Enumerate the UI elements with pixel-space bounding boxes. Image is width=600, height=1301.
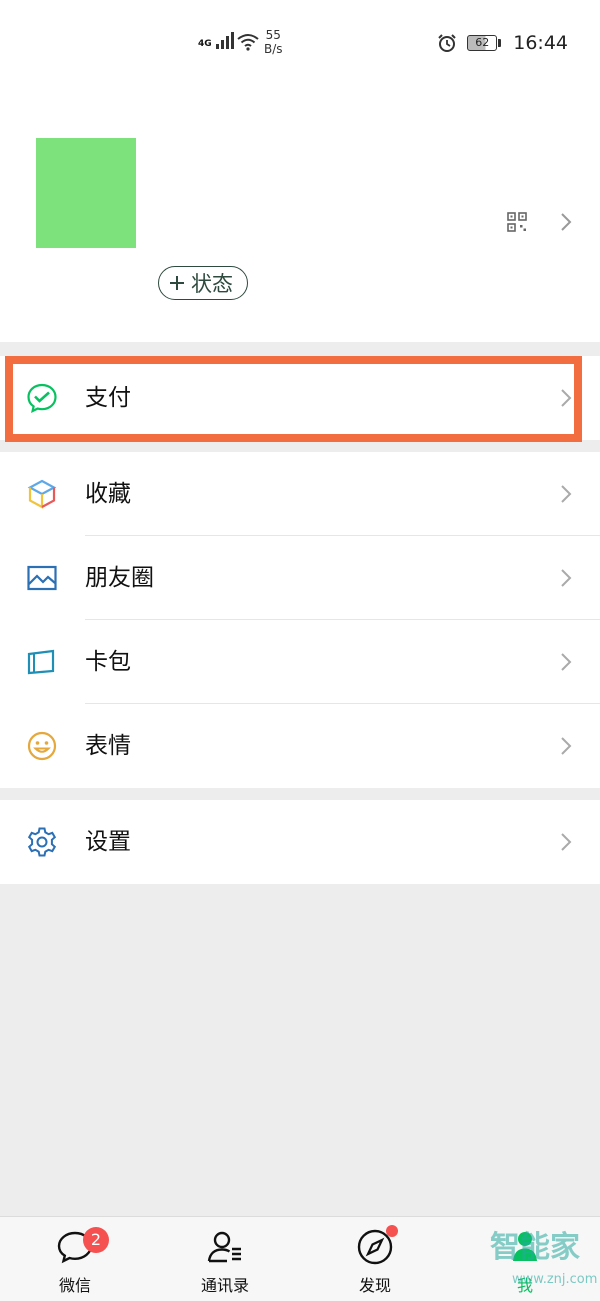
add-status-button[interactable]: 状态: [158, 266, 248, 300]
tab-contacts[interactable]: 通讯录: [175, 1217, 275, 1301]
chevron-right-icon: [561, 485, 572, 503]
wallet-icon: [27, 649, 55, 675]
menu-item-stickers[interactable]: 表情: [0, 704, 600, 788]
clock: 16:44: [513, 32, 568, 54]
menu-item-moments[interactable]: 朋友圈: [0, 536, 600, 620]
status-bar: 4G 55 B/s 62 16:44: [0, 0, 600, 90]
menu-label: 卡包: [85, 649, 131, 675]
profile-header[interactable]: 状态: [0, 90, 600, 342]
watermark: 智能家: [490, 1230, 580, 1265]
photo-icon: [27, 565, 57, 591]
section-content: 收藏 朋友圈 卡包 表情: [0, 452, 600, 788]
network-type: 4G: [198, 39, 212, 49]
gear-icon: [27, 827, 57, 857]
tab-discover[interactable]: 发现: [325, 1217, 425, 1301]
tab-label: 微信: [58, 1276, 91, 1295]
menu-label: 朋友圈: [85, 565, 154, 591]
menu-item-pay[interactable]: 支付: [0, 356, 600, 440]
avatar[interactable]: [36, 138, 136, 248]
section-settings: 设置: [0, 800, 600, 884]
menu-label: 收藏: [85, 481, 131, 507]
battery-icon: 62: [467, 35, 502, 51]
chevron-right-icon: [561, 569, 572, 587]
section-pay: 支付: [0, 356, 600, 440]
smiley-icon: [27, 731, 57, 761]
menu-label: 表情: [85, 733, 131, 759]
chevron-right-icon: [561, 653, 572, 671]
watermark-url: www.znj.com: [512, 1272, 598, 1287]
net-speed: 55 B/s: [264, 28, 283, 56]
plus-icon: [170, 276, 184, 290]
tab-label: 发现: [358, 1276, 391, 1295]
signal-icon: 4G: [198, 32, 234, 49]
chevron-right-icon: [561, 833, 572, 851]
menu-label: 支付: [85, 385, 131, 411]
new-dot: [386, 1225, 398, 1237]
cube-icon: [27, 479, 57, 509]
tab-chats[interactable]: 2 微信: [25, 1217, 125, 1301]
alarm-icon: [438, 34, 456, 52]
contacts-icon: [207, 1231, 241, 1263]
chevron-right-icon[interactable]: [560, 212, 572, 232]
tab-label: 通讯录: [200, 1276, 249, 1295]
chevron-right-icon: [561, 389, 572, 407]
chevron-right-icon: [561, 737, 572, 755]
menu-item-cards[interactable]: 卡包: [0, 620, 600, 704]
pay-icon: [27, 383, 57, 413]
menu-label: 设置: [85, 829, 131, 855]
qr-code-icon[interactable]: [507, 212, 527, 232]
wifi-icon: [237, 34, 259, 51]
menu-item-favorites[interactable]: 收藏: [0, 452, 600, 536]
menu-item-settings[interactable]: 设置: [0, 800, 600, 884]
unread-badge: 2: [83, 1227, 109, 1253]
